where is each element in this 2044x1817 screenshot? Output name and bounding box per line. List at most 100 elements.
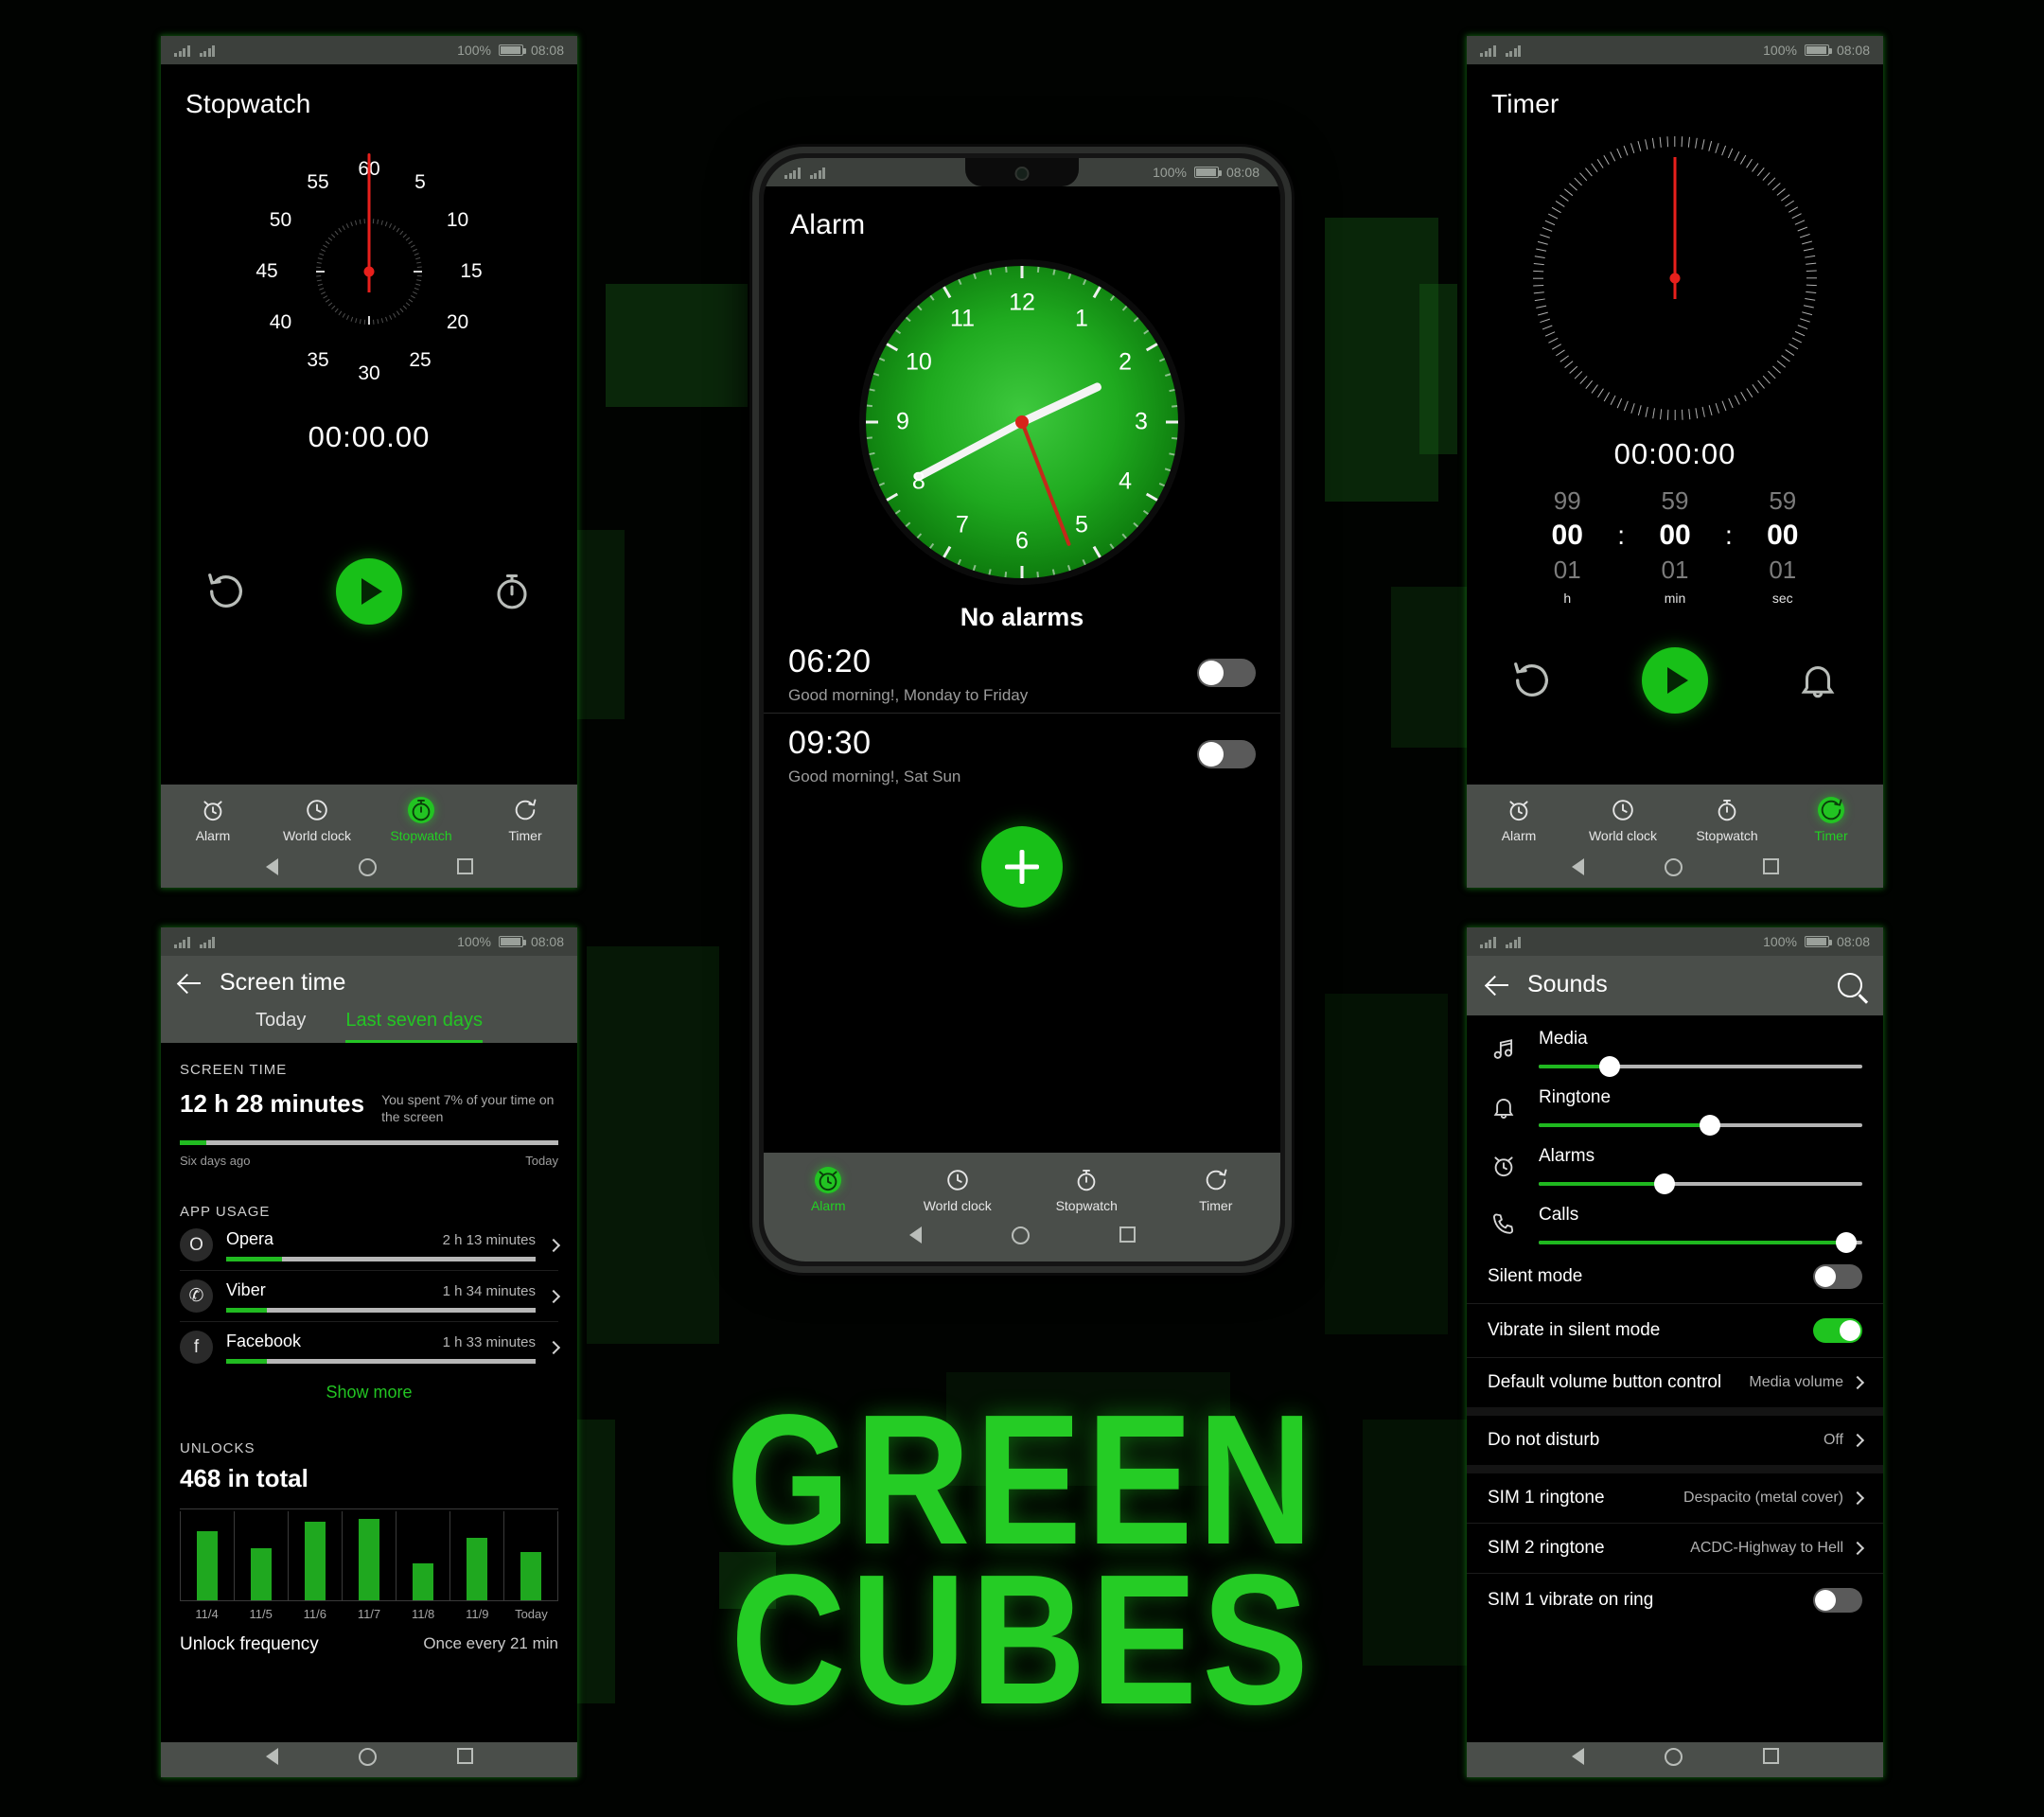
nav-tab-alarm[interactable]: Alarm (161, 796, 265, 843)
signal-icon-2 (1505, 936, 1521, 948)
nav-tab-stopwatch[interactable]: Stopwatch (1022, 1166, 1152, 1213)
app-usage-row[interactable]: ✆ Viber 1 h 34 minutes (180, 1270, 561, 1321)
back-button[interactable] (1571, 1748, 1584, 1765)
tab-today[interactable]: Today (256, 1010, 306, 1043)
play-button[interactable] (1641, 647, 1708, 714)
clock-bottom-nav: Alarm World clock Stopwatch Timer (764, 1153, 1280, 1261)
screenshot-root: 100% 08:08 Stopwatch 6051015202530354045… (0, 0, 2044, 1817)
show-more-button[interactable]: Show more (180, 1372, 558, 1404)
volume-row-calls: Calls (1467, 1191, 1883, 1253)
back-button[interactable] (1571, 858, 1584, 875)
toggle-switch[interactable] (1813, 1318, 1862, 1343)
home-button[interactable] (1664, 1748, 1683, 1766)
clock-number: 6 (1015, 527, 1029, 555)
phone-volume-button[interactable] (1289, 560, 1292, 664)
timer-picker[interactable]: 99 00 01 h: 59 00 01 min: 59 00 01 sec (1467, 486, 1883, 606)
nav-tab-label: Stopwatch (390, 828, 452, 843)
app-usage-row[interactable]: O Opera 2 h 13 minutes (180, 1220, 561, 1270)
app-time: 1 h 34 minutes (442, 1282, 536, 1299)
nav-tab-stopwatch[interactable]: Stopwatch (1675, 796, 1779, 843)
battery-percent: 100% (457, 43, 491, 58)
reset-icon[interactable] (1510, 659, 1554, 702)
toggle-switch[interactable] (1813, 1264, 1862, 1289)
alarm-toggle[interactable] (1197, 739, 1256, 768)
picker-column-sec[interactable]: 59 00 01 sec (1742, 486, 1824, 606)
nav-tab-stopwatch[interactable]: Stopwatch (369, 796, 473, 843)
add-alarm-button[interactable] (981, 826, 1063, 908)
alarm-row[interactable]: 06:20 Good morning!, Monday to Friday (764, 632, 1280, 713)
volume-slider-calls[interactable] (1539, 1232, 1862, 1253)
lap-timer-icon[interactable] (490, 570, 534, 613)
back-arrow-icon[interactable] (180, 973, 201, 994)
stopwatch-panel: 100% 08:08 Stopwatch 6051015202530354045… (161, 36, 577, 888)
back-button[interactable] (265, 1748, 278, 1765)
signal-icon-2 (199, 44, 215, 57)
nav-tab-timer[interactable]: Timer (1779, 796, 1883, 843)
nav-tab-world-clock[interactable]: World clock (265, 796, 369, 843)
chevron-right-icon[interactable] (546, 1340, 561, 1354)
setting-label: Silent mode (1488, 1266, 1583, 1286)
bell-icon[interactable] (1796, 659, 1840, 702)
recents-button[interactable] (1762, 858, 1779, 874)
chevron-right-icon[interactable] (1850, 1375, 1865, 1390)
phone-side-button[interactable] (1289, 466, 1292, 503)
chevron-right-icon[interactable] (546, 1289, 561, 1303)
setting-label: Default volume button control (1488, 1372, 1722, 1392)
reset-icon[interactable] (204, 570, 248, 613)
battery-percent: 100% (1763, 43, 1797, 58)
nav-tab-alarm[interactable]: Alarm (764, 1166, 893, 1213)
volume-label: Ringtone (1539, 1087, 1612, 1107)
stopwatch-icon (369, 796, 473, 824)
back-button[interactable] (908, 1226, 922, 1244)
alarm-toggle[interactable] (1197, 658, 1256, 687)
recents-button[interactable] (1762, 1748, 1779, 1764)
recents-button[interactable] (456, 1748, 473, 1764)
stopwatch-dial: 60510152025303540455055 (238, 140, 501, 403)
home-button[interactable] (1011, 1226, 1030, 1244)
nav-tab-world-clock[interactable]: World clock (1571, 796, 1675, 843)
home-button[interactable] (358, 858, 377, 876)
back-button[interactable] (265, 858, 278, 875)
stopwatch-time: 00:00.00 (308, 420, 431, 453)
chevron-right-icon[interactable] (546, 1238, 561, 1252)
page-title: Screen time (220, 969, 346, 996)
dial-number: 50 (269, 209, 292, 231)
app-usage-row[interactable]: f Facebook 1 h 33 minutes (180, 1321, 561, 1372)
home-button[interactable] (358, 1748, 377, 1766)
setting-row-vibrate-in-silent-mode[interactable]: Vibrate in silent mode (1467, 1303, 1883, 1357)
nav-tab-label: Stopwatch (1055, 1198, 1118, 1213)
battery-icon (498, 936, 526, 947)
search-icon[interactable] (1838, 972, 1862, 997)
nav-tab-timer[interactable]: Timer (1152, 1166, 1281, 1213)
volume-label: Calls (1539, 1205, 1579, 1225)
volume-slider-ringtone[interactable] (1539, 1115, 1862, 1136)
home-button[interactable] (1664, 858, 1683, 876)
recents-button[interactable] (456, 858, 473, 874)
clock-number: 2 (1119, 348, 1133, 376)
timer-needle (1673, 157, 1677, 278)
picker-column-h[interactable]: 99 00 01 h (1526, 486, 1608, 606)
dial-hub (363, 266, 375, 277)
back-arrow-icon[interactable] (1488, 975, 1508, 996)
alarm-row[interactable]: 09:30 Good morning!, Sat Sun (764, 713, 1280, 794)
nav-tab-world-clock[interactable]: World clock (893, 1166, 1023, 1213)
volume-slider-alarms[interactable] (1539, 1173, 1862, 1194)
picker-column-min[interactable]: 59 00 01 min (1634, 486, 1716, 606)
nav-tab-alarm[interactable]: Alarm (1467, 796, 1571, 843)
signal-icon-2 (809, 167, 825, 179)
dial-number: 55 (307, 171, 329, 194)
android-nav-buttons (161, 853, 577, 888)
tab-last-seven-days[interactable]: Last seven days (345, 1010, 483, 1043)
nav-tab-label: Stopwatch (1696, 828, 1758, 843)
play-button[interactable] (335, 558, 402, 625)
setting-row-silent-mode[interactable]: Silent mode (1467, 1250, 1883, 1303)
recents-button[interactable] (1119, 1226, 1136, 1243)
status-time: 08:08 (1225, 165, 1260, 180)
volume-slider-media[interactable] (1539, 1056, 1862, 1077)
timer-time: 00:00:00 (1613, 437, 1736, 470)
dial-hub (1669, 273, 1681, 284)
volume-label: Media (1539, 1029, 1588, 1049)
dial-number: 30 (358, 362, 380, 384)
dial-number: 25 (409, 348, 432, 371)
nav-tab-timer[interactable]: Timer (473, 796, 577, 843)
